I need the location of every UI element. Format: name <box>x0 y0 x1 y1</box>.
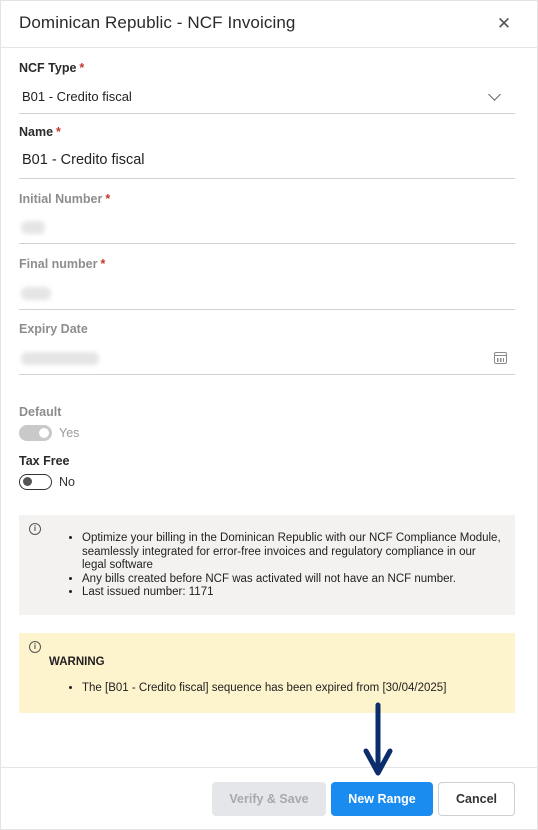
required-mark: * <box>100 257 106 271</box>
cancel-button[interactable]: Cancel <box>438 782 515 816</box>
toggle-knob <box>39 428 49 438</box>
tax-free-label: Tax Free <box>19 454 70 468</box>
name-label-text: Name <box>19 125 54 139</box>
info-item: Any bills created before NCF was activat… <box>82 573 502 587</box>
verify-save-button[interactable]: Verify & Save <box>212 782 326 816</box>
default-toggle-row: Yes <box>19 424 79 442</box>
warning-title: WARNING <box>49 656 105 668</box>
info-box: i Optimize your billing in the Dominican… <box>19 515 515 615</box>
close-icon[interactable]: ✕ <box>493 13 515 35</box>
info-list: Optimize your billing in the Dominican R… <box>82 532 502 600</box>
info-item: Optimize your billing in the Dominican R… <box>82 532 502 573</box>
tax-free-toggle-row: No <box>19 473 75 491</box>
final-number-label: Final number * <box>19 257 105 271</box>
redacted-value <box>21 287 51 300</box>
info-icon: i <box>29 523 41 535</box>
warning-list: The [B01 - Credito fiscal] sequence has … <box>82 682 502 696</box>
toggle-knob <box>23 477 32 486</box>
redacted-value <box>21 221 45 234</box>
redacted-value <box>21 352 99 365</box>
expiry-date-label: Expiry Date <box>19 322 88 336</box>
chevron-down-icon[interactable] <box>488 88 501 101</box>
info-item: Last issued number: 1171 <box>82 586 502 600</box>
initial-number-label-text: Initial Number <box>19 192 103 206</box>
calendar-icon[interactable] <box>494 352 507 364</box>
tax-free-toggle[interactable] <box>19 474 52 490</box>
required-mark: * <box>56 125 61 139</box>
dialog-header: Dominican Republic - NCF Invoicing ✕ <box>1 1 538 48</box>
name-label: Name * <box>19 125 61 139</box>
info-icon: i <box>29 641 41 653</box>
name-input[interactable]: B01 - Credito fiscal <box>19 147 515 179</box>
warning-item: The [B01 - Credito fiscal] sequence has … <box>82 682 502 696</box>
required-mark: * <box>79 61 85 75</box>
initial-number-input[interactable] <box>19 212 515 244</box>
ncf-type-value: B01 - Credito fiscal <box>22 89 132 104</box>
expiry-date-input[interactable] <box>19 343 515 375</box>
warning-box: i WARNING The [B01 - Credito fiscal] seq… <box>19 633 515 713</box>
annotation-arrow-icon <box>363 702 393 776</box>
final-number-input[interactable] <box>19 278 515 310</box>
default-toggle-text: Yes <box>59 426 80 440</box>
expiry-date-label-text: Expiry Date <box>19 322 88 336</box>
new-range-button[interactable]: New Range <box>331 782 433 816</box>
ncf-type-label: NCF Type * <box>19 61 84 75</box>
initial-number-label: Initial Number * <box>19 192 110 206</box>
default-toggle[interactable] <box>19 425 52 441</box>
ncf-type-select[interactable]: B01 - Credito fiscal <box>19 82 515 114</box>
dialog-title: Dominican Republic - NCF Invoicing <box>19 13 296 32</box>
tax-free-toggle-text: No <box>59 475 75 489</box>
dialog-footer: Verify & Save New Range Cancel <box>1 767 538 830</box>
ncf-type-label-text: NCF Type <box>19 61 77 75</box>
final-number-label-text: Final number <box>19 257 98 271</box>
name-value: B01 - Credito fiscal <box>22 152 145 168</box>
default-label: Default <box>19 405 62 419</box>
ncf-invoicing-dialog: Dominican Republic - NCF Invoicing ✕ NCF… <box>0 0 538 830</box>
required-mark: * <box>105 192 111 206</box>
